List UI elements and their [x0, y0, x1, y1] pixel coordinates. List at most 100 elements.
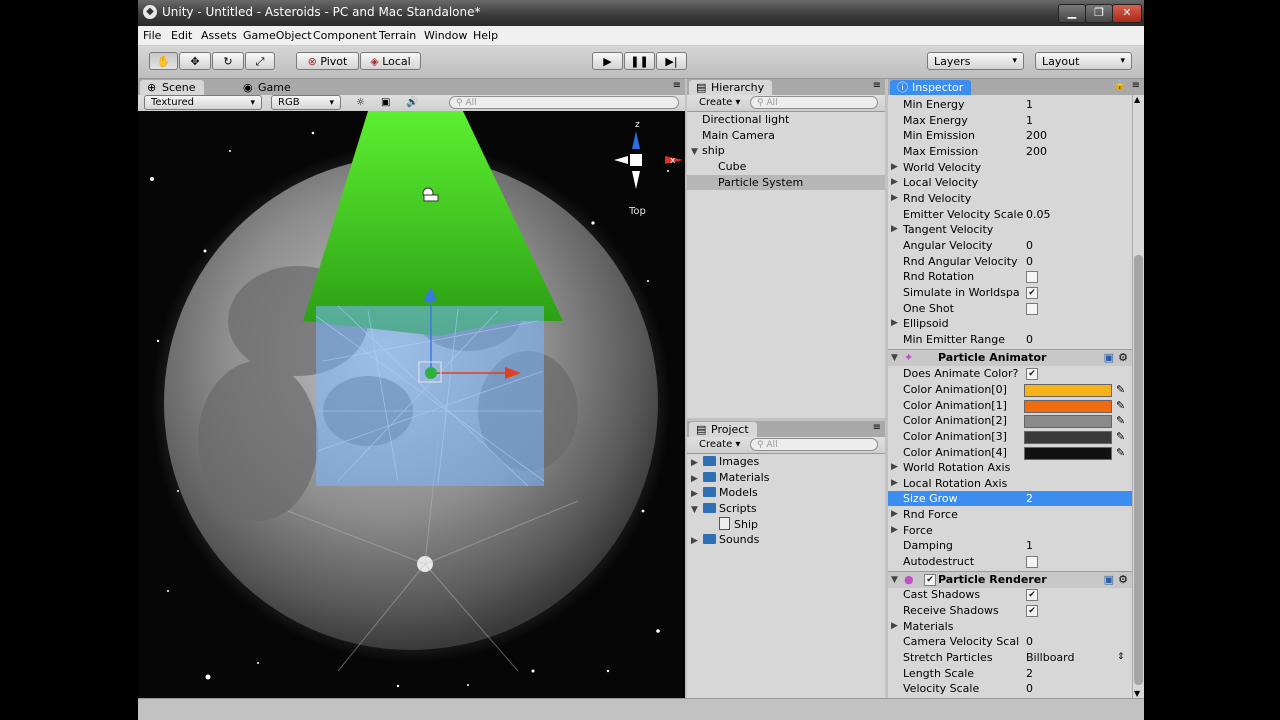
materials-foldout[interactable]: ▶ Materials — [888, 619, 1132, 634]
menu-assets[interactable]: Assets — [201, 29, 237, 42]
expand-arrow-icon[interactable]: ▶ — [691, 489, 698, 499]
rnd-velocity-foldout[interactable]: ▶ Rnd Velocity — [888, 191, 1132, 206]
emitter-velocity-scale-field[interactable]: 0.05 — [1026, 207, 1051, 222]
lighting-toggle-icon[interactable]: ☼ — [356, 96, 365, 110]
tab-scene[interactable]: ⊕ Scene — [140, 80, 204, 95]
project-folder-images[interactable]: Images — [703, 454, 759, 469]
color-swatch[interactable] — [1024, 400, 1112, 413]
menu-terrain[interactable]: Terrain — [379, 29, 416, 42]
help-book-icon[interactable]: ▣ — [1104, 572, 1114, 588]
eyedropper-icon[interactable]: ✎ — [1116, 398, 1125, 413]
renderer-enabled-checkbox[interactable]: ✔ — [924, 574, 936, 586]
color-swatch[interactable] — [1024, 384, 1112, 397]
audio-toggle-icon[interactable]: 🔊 — [406, 96, 418, 110]
tab-inspector[interactable]: ⓘ Inspector — [890, 80, 972, 95]
play-button[interactable]: ▶ — [592, 52, 623, 70]
expand-arrow-icon[interactable]: ▶ — [691, 474, 698, 484]
autodestruct-checkbox[interactable] — [1026, 556, 1038, 568]
receive-shadows-checkbox[interactable]: ✔ — [1026, 605, 1038, 617]
panel-menu-icon[interactable]: ≡ — [873, 80, 881, 91]
eyedropper-icon[interactable]: ✎ — [1116, 429, 1125, 444]
lock-icon[interactable]: 🔒 — [1114, 80, 1126, 91]
hierarchy-item-selected[interactable]: Particle System — [687, 175, 885, 190]
eyedropper-icon[interactable]: ✎ — [1116, 382, 1125, 397]
stretch-particles-dropdown[interactable]: Billboard — [1026, 650, 1074, 665]
rnd-rotation-checkbox[interactable] — [1026, 271, 1038, 283]
does-animate-color-checkbox[interactable]: ✔ — [1026, 368, 1038, 380]
hand-tool-button[interactable]: ✋ — [149, 52, 178, 70]
tab-game[interactable]: ◉ Game — [236, 80, 299, 95]
force-foldout[interactable]: ▶ Force — [888, 523, 1132, 538]
eyedropper-icon[interactable]: ✎ — [1116, 413, 1125, 428]
project-folder-scripts[interactable]: Scripts — [703, 501, 757, 516]
size-grow-field[interactable]: 2 — [1026, 491, 1033, 506]
expand-arrow-icon[interactable]: ▶ — [691, 536, 698, 546]
menu-file[interactable]: File — [143, 29, 161, 42]
minimize-button[interactable]: ▁ — [1058, 4, 1086, 23]
color-swatch[interactable] — [1024, 447, 1112, 460]
expand-arrow-icon[interactable]: ▼ — [691, 147, 698, 157]
tab-project[interactable]: ▤ Project — [689, 422, 757, 437]
menu-component[interactable]: Component — [313, 29, 377, 42]
menu-edit[interactable]: Edit — [171, 29, 192, 42]
color-swatch[interactable] — [1024, 415, 1112, 428]
local-velocity-foldout[interactable]: ▶ Local Velocity — [888, 175, 1132, 190]
world-velocity-foldout[interactable]: ▶ World Velocity — [888, 160, 1132, 175]
local-rotation-axis-foldout[interactable]: ▶ Local Rotation Axis — [888, 476, 1132, 491]
local-toggle-button[interactable]: ◈ Local — [360, 52, 421, 70]
particle-animator-header[interactable]: ▼ ✦ Particle Animator ▣ ⚙ — [888, 349, 1132, 366]
gear-icon[interactable]: ⚙ — [1118, 350, 1128, 366]
tab-hierarchy[interactable]: ▤ Hierarchy — [689, 80, 773, 95]
one-shot-checkbox[interactable] — [1026, 303, 1038, 315]
particle-renderer-header[interactable]: ▼ ● ✔ Particle Renderer ▣ ⚙ — [888, 571, 1132, 588]
layers-dropdown[interactable]: Layers — [927, 52, 1024, 70]
expand-arrow-icon[interactable]: ▼ — [691, 505, 698, 515]
scroll-up-icon[interactable]: ▲ — [1134, 95, 1140, 104]
project-create-dropdown[interactable]: Create ▾ — [699, 438, 740, 452]
hierarchy-item[interactable]: Cube — [718, 159, 746, 174]
max-emission-field[interactable]: 200 — [1026, 144, 1047, 159]
hierarchy-create-dropdown[interactable]: Create ▾ — [699, 96, 740, 110]
particle-system[interactable] — [315, 305, 545, 487]
max-energy-field[interactable]: 1 — [1026, 113, 1033, 128]
ellipsoid-foldout[interactable]: ▶ Ellipsoid — [888, 316, 1132, 331]
scale-tool-button[interactable]: ⤢ — [245, 52, 275, 70]
render-mode-dropdown[interactable]: Textured — [144, 95, 262, 110]
damping-field[interactable]: 1 — [1026, 538, 1033, 553]
eyedropper-icon[interactable]: ✎ — [1116, 445, 1125, 460]
length-scale-field[interactable]: 2 — [1026, 666, 1033, 681]
angular-velocity-field[interactable]: 0 — [1026, 238, 1033, 253]
simulate-worldspace-checkbox[interactable]: ✔ — [1026, 287, 1038, 299]
scroll-down-icon[interactable]: ▼ — [1134, 689, 1140, 698]
step-button[interactable]: ▶| — [656, 52, 687, 70]
pause-button[interactable]: ❚❚ — [624, 52, 655, 70]
gear-icon[interactable]: ⚙ — [1118, 572, 1128, 588]
project-folder-sounds[interactable]: Sounds — [703, 532, 759, 547]
menu-gameobject[interactable]: GameObject — [243, 29, 312, 42]
menu-help[interactable]: Help — [473, 29, 498, 42]
help-book-icon[interactable]: ▣ — [1104, 350, 1114, 366]
hierarchy-item[interactable]: Directional light — [702, 112, 789, 127]
color-mode-dropdown[interactable]: RGB — [271, 95, 341, 110]
project-folder-materials[interactable]: Materials — [703, 470, 769, 485]
layout-dropdown[interactable]: Layout — [1035, 52, 1132, 70]
panel-menu-icon[interactable]: ≡ — [873, 422, 881, 433]
project-search-input[interactable]: ⚲ All — [750, 438, 878, 451]
expand-arrow-icon[interactable]: ▶ — [691, 458, 698, 468]
min-energy-field[interactable]: 1 — [1026, 97, 1033, 112]
scrollbar-thumb[interactable] — [1134, 255, 1143, 685]
size-grow-row[interactable]: Size Grow 2 — [888, 491, 1132, 506]
camera-velocity-scale-field[interactable]: 0 — [1026, 634, 1033, 649]
rnd-force-foldout[interactable]: ▶ Rnd Force — [888, 507, 1132, 522]
inspector-scrollbar[interactable]: ▲ ▼ — [1132, 95, 1144, 698]
pivot-toggle-button[interactable]: ⊗ Pivot — [296, 52, 359, 70]
min-emission-field[interactable]: 200 — [1026, 128, 1047, 143]
panel-menu-icon[interactable]: ≡ — [673, 80, 681, 91]
project-script-ship[interactable]: Ship — [719, 517, 758, 532]
scene-search-input[interactable]: ⚲ All — [449, 96, 679, 109]
menu-window[interactable]: Window — [424, 29, 467, 42]
hierarchy-item[interactable]: Main Camera — [702, 128, 775, 143]
tangent-velocity-foldout[interactable]: ▶ Tangent Velocity — [888, 222, 1132, 237]
close-button[interactable]: ✕ — [1112, 4, 1142, 23]
color-swatch[interactable] — [1024, 431, 1112, 444]
